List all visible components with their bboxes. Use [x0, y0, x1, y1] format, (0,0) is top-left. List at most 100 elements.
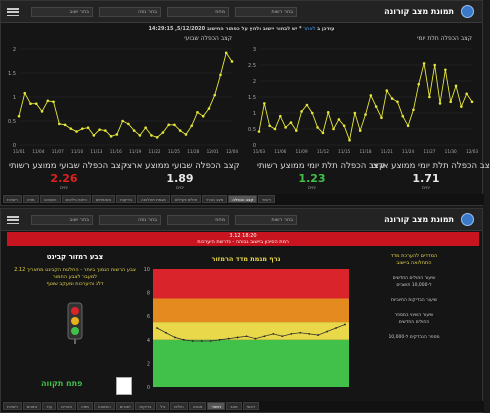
tab-item[interactable]: מפה: [77, 402, 93, 410]
tab-item[interactable]: מצב נוכחי: [202, 195, 228, 203]
data-point: [236, 336, 239, 339]
data-point: [353, 111, 357, 115]
data-point: [332, 127, 335, 131]
tab-item[interactable]: ניתוח גילאים: [61, 195, 91, 203]
tab-item[interactable]: ישובים: [115, 402, 135, 410]
x-tick-label: 11/18: [359, 149, 371, 154]
x-tick-label: 11/01: [13, 149, 25, 154]
stat-label: קצב הכפלה תלת יומי ממוצע רשותי: [257, 161, 385, 171]
tab-item[interactable]: מגמה: [188, 402, 207, 410]
data-point: [305, 103, 309, 107]
y-tick-label: 10: [144, 267, 150, 273]
data-point: [374, 105, 378, 108]
y-tick-label: 3: [253, 47, 256, 53]
tab-item[interactable]: אזורים: [57, 402, 77, 410]
page-tabs: רשויות מפה השוואה ניתוח גילאים מאומתים בדיקות…: [1, 194, 484, 205]
menu-icon[interactable]: [7, 6, 19, 18]
tab-item[interactable]: נתונים: [22, 402, 42, 410]
panel-titlebar: בחר ישוב בחר נפה מחוז בחר רשות תמונת מצב…: [1, 1, 482, 23]
data-point: [337, 118, 341, 121]
alert-text: רמת הסיכון ביישוב גבוהה - נדרשת היערכות: [197, 239, 289, 245]
tab-item[interactable]: עוד: [42, 402, 57, 410]
filter-dropdown-1[interactable]: בחר ישוב: [31, 7, 93, 17]
data-point: [289, 121, 293, 124]
data-point: [254, 337, 257, 340]
tab-item[interactable]: רמזור: [207, 402, 226, 410]
tab-item[interactable]: רשויות: [3, 402, 22, 410]
index-line-3: שיעור הבדיקות החיוביות: [391, 298, 437, 303]
data-point: [401, 114, 405, 118]
index-line-5: החולים החדשים: [398, 320, 430, 325]
indices-heading: המדדים להערכת מדד: [390, 253, 438, 259]
tab-item[interactable]: חולים: [170, 402, 188, 410]
tab-item[interactable]: רשויות: [3, 195, 22, 203]
data-point: [417, 82, 421, 86]
y-tick-label: 6: [147, 314, 150, 320]
tab-item[interactable]: ראשי: [258, 195, 275, 203]
x-tick-label: 11/03: [253, 149, 265, 154]
tab-item[interactable]: מפה: [22, 195, 39, 203]
x-tick-label: 11/07: [52, 149, 64, 154]
tab-item[interactable]: חולים פעילים: [170, 195, 202, 203]
data-point: [178, 129, 182, 132]
data-point: [75, 130, 78, 133]
tab-item[interactable]: ראשי: [242, 402, 260, 410]
data-point: [290, 333, 293, 335]
x-tick-label: 11/21: [381, 149, 393, 154]
data-point: [81, 127, 84, 130]
tab-item[interactable]: קצב הכפלה: [228, 195, 258, 203]
filter-dropdown-3[interactable]: מחוז: [167, 215, 229, 225]
tab-item[interactable]: מצב: [226, 402, 242, 410]
data-point: [317, 334, 320, 336]
filter-dropdown-4[interactable]: בחר רשות: [235, 215, 297, 225]
data-point: [109, 135, 113, 138]
x-tick-label: 11/19: [129, 149, 141, 154]
site-link[interactable]: לאתר: [303, 26, 315, 32]
data-point: [412, 108, 415, 112]
y-tick-label: 8: [147, 291, 150, 297]
stat-2: קצב הכפלה תלת יומי ממוצע רשותי 1.23 ימים: [257, 161, 385, 191]
data-point: [257, 130, 261, 133]
tab-item[interactable]: מגמת תחלואה: [137, 195, 170, 203]
filter-dropdown-2[interactable]: בחר נפה: [99, 7, 161, 17]
update-subtitle: 14:29:15 ,5/12/2020 עודכן ב לאתר * יש לב…: [1, 26, 482, 34]
traffic-text-1: צבע הרשות הנמוך ביותר - החלטת הקבינט מתא…: [14, 267, 136, 273]
tab-item[interactable]: השוואה: [39, 195, 61, 203]
indices-column: המדדים להערכת מדד התחלואה ביישוב שיעור ה…: [354, 249, 474, 399]
data-point: [460, 105, 463, 108]
tab-item[interactable]: בדיקות: [135, 402, 156, 410]
map-thumbnail[interactable]: [116, 377, 132, 395]
data-point: [57, 122, 61, 126]
data-point: [326, 111, 330, 114]
data-point: [406, 124, 410, 128]
data-point: [299, 331, 302, 334]
data-point: [191, 340, 194, 342]
tab-item[interactable]: השוואה: [93, 402, 115, 410]
data-point: [245, 335, 248, 338]
tab-item[interactable]: מאומתים: [91, 195, 116, 203]
x-tick-label: 11/12: [317, 149, 329, 154]
data-point: [201, 114, 205, 118]
data-point: [165, 331, 167, 334]
data-point: [227, 337, 230, 340]
panel-titlebar: בחר ישוב בחר נפה מחוז בחר רשות תמונת מצב…: [1, 209, 482, 231]
data-point: [52, 100, 55, 104]
index-line-2: ל-10,000 תושבים: [396, 283, 432, 288]
x-tick-label: 11/30: [445, 149, 457, 154]
x-tick-label: 12/03: [466, 149, 478, 154]
menu-icon[interactable]: [7, 214, 19, 226]
y-tick-label: 0: [147, 385, 150, 391]
y-tick-label: 0.5: [8, 119, 16, 125]
data-point: [174, 336, 176, 339]
x-tick-label: 11/16: [110, 149, 122, 154]
doubling-rate-panel: בחר ישוב בחר נפה מחוז בחר רשות תמונת מצב…: [0, 0, 490, 206]
y-tick-label: 2: [147, 361, 150, 367]
filter-dropdown-1[interactable]: בחר ישוב: [31, 215, 93, 225]
data-point: [263, 335, 266, 338]
tab-item[interactable]: בדיקות: [116, 195, 137, 203]
filter-dropdown-3[interactable]: מחוז: [167, 7, 229, 17]
tab-item[interactable]: גיל: [156, 402, 170, 410]
filter-dropdown-4[interactable]: בחר רשות: [235, 7, 297, 17]
filter-dropdown-2[interactable]: בחר נפה: [99, 215, 161, 225]
x-tick-label: 11/10: [71, 149, 83, 154]
